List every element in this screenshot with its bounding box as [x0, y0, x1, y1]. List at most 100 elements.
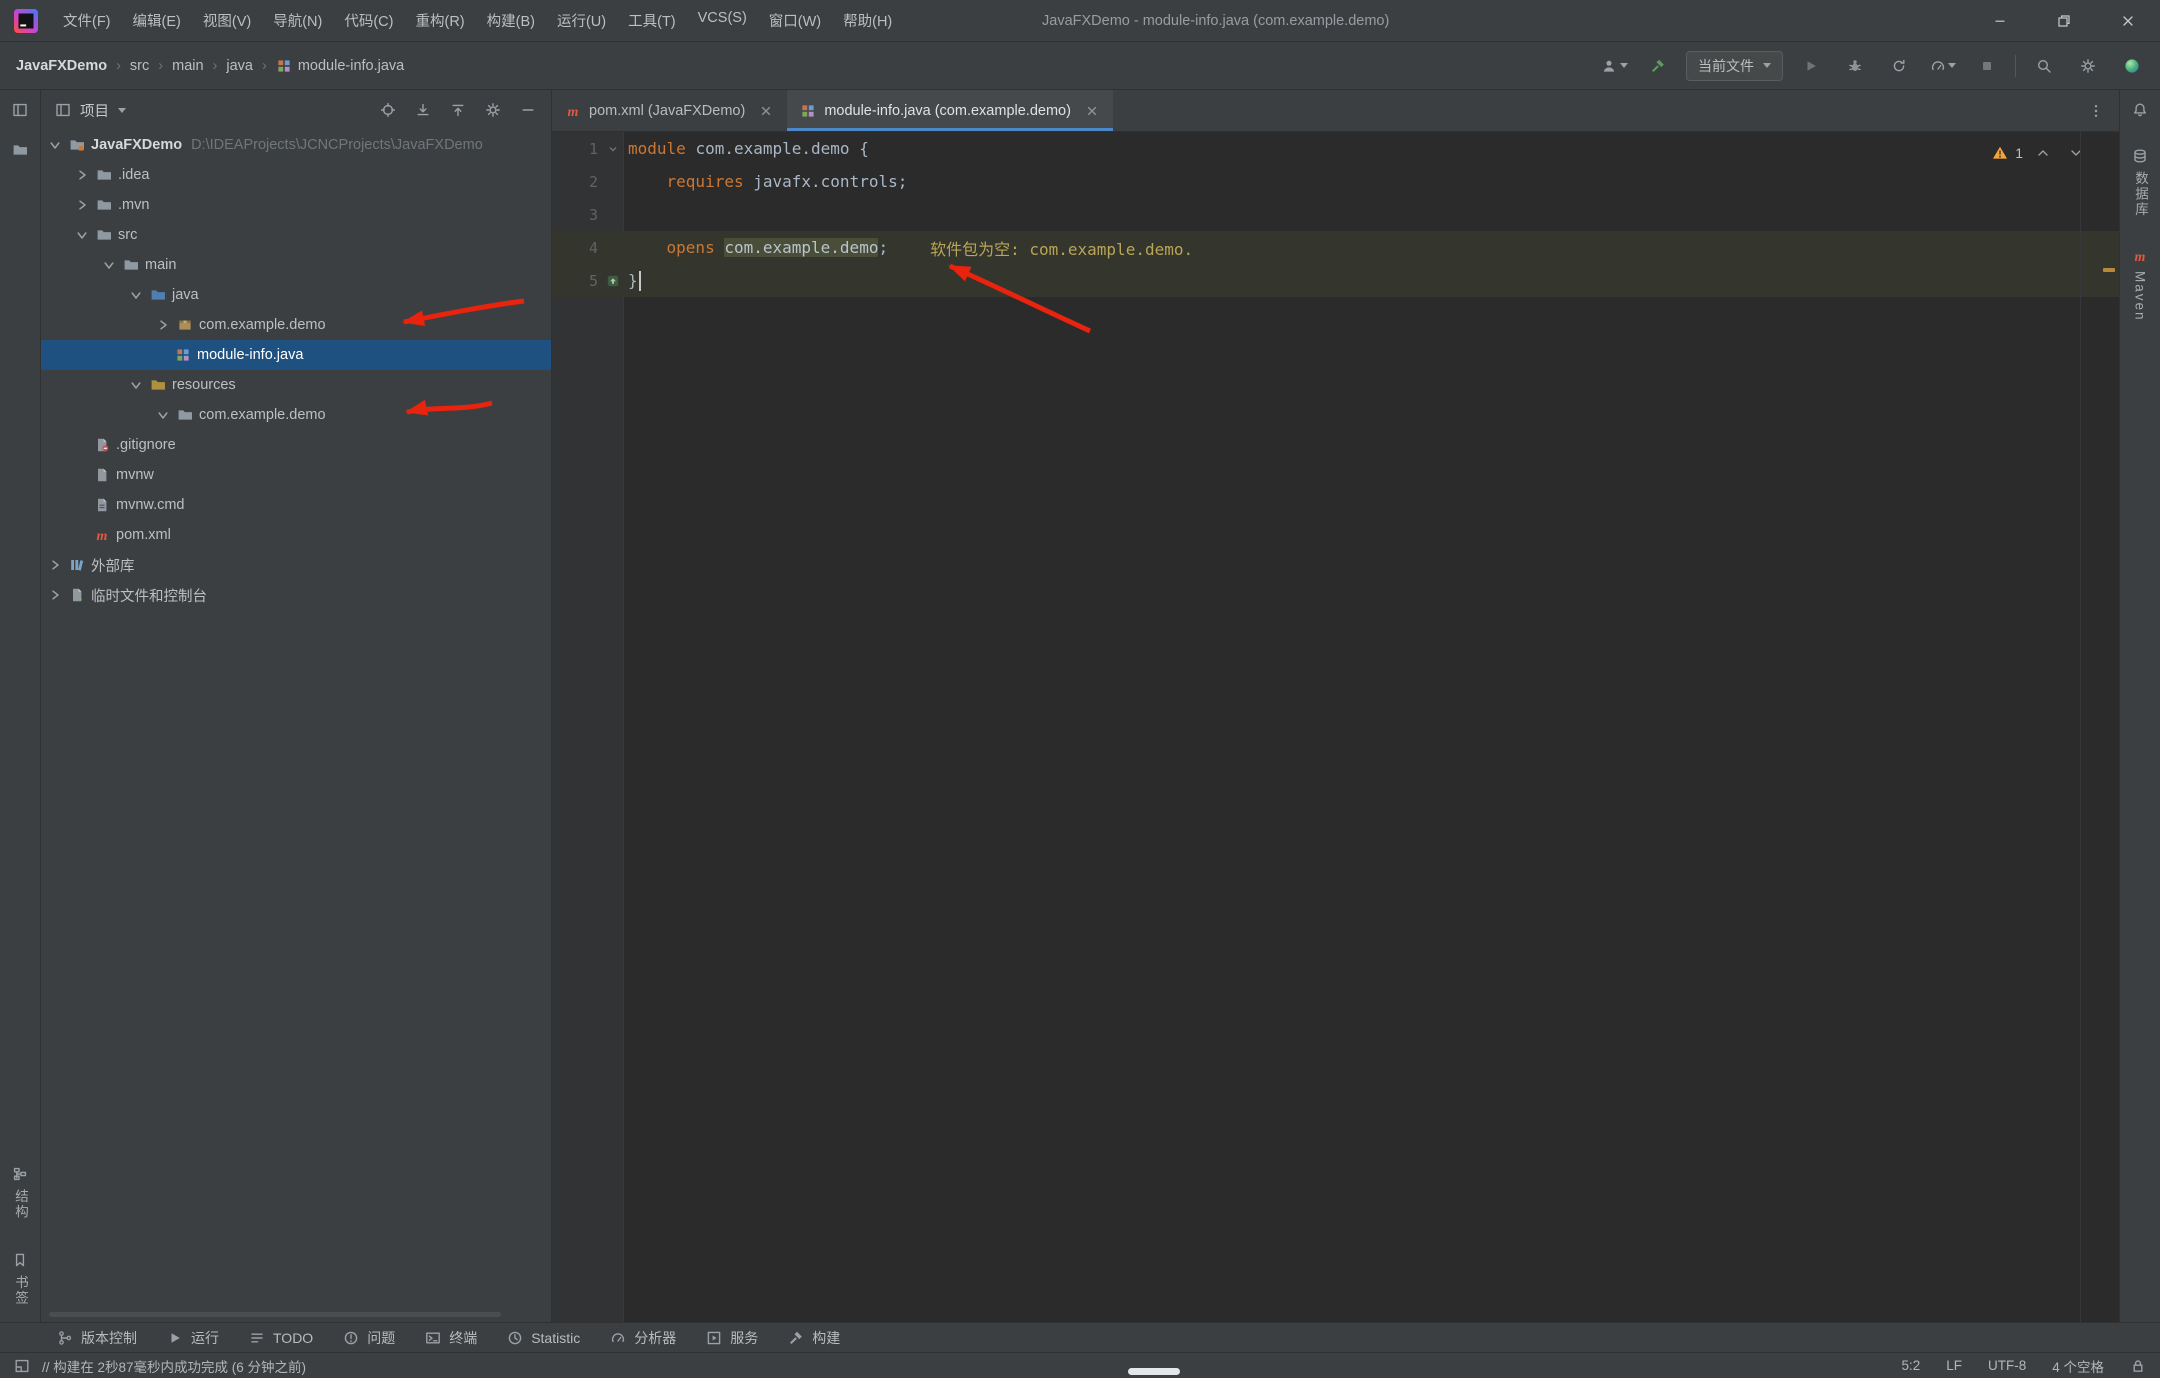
tool-window-switcher-icon[interactable] [14, 1358, 30, 1374]
stripe-button-structure[interactable]: 结构 [10, 1166, 30, 1220]
tree-item[interactable]: src [41, 220, 551, 250]
collapse-all-button[interactable] [445, 97, 471, 123]
tool-window-button-terminal[interactable]: 终端 [412, 1323, 490, 1352]
tree-item[interactable]: .idea [41, 160, 551, 190]
maximize-button[interactable] [2032, 0, 2096, 42]
editor-tab[interactable]: module-info.java (com.example.demo) [787, 90, 1113, 131]
debug-button[interactable] [1839, 50, 1871, 82]
menu-item[interactable]: 代码(C) [333, 5, 404, 36]
horizontal-scrollbar[interactable] [49, 1312, 501, 1317]
taskbar-peek [1128, 1368, 1180, 1375]
coverage-button[interactable] [1883, 50, 1915, 82]
tree-item[interactable]: java [41, 280, 551, 310]
tree-item[interactable]: resources [41, 370, 551, 400]
code-line[interactable]: 3 [552, 198, 2119, 231]
next-problem-button[interactable] [2063, 140, 2089, 166]
tree-item[interactable]: module-info.java [41, 340, 551, 370]
tree-item[interactable]: JavaFXDemoD:\IDEAProjects\JCNCProjects\J… [41, 130, 551, 160]
tree-item[interactable]: mvnw [41, 460, 551, 490]
run-config-combo[interactable]: 当前文件 [1686, 51, 1783, 81]
stop-button[interactable] [1971, 50, 2003, 82]
fold-marker-icon[interactable] [598, 273, 628, 289]
build-project-button[interactable] [1642, 50, 1674, 82]
menu-item[interactable]: 导航(N) [262, 5, 333, 36]
tree-item[interactable]: .mvn [41, 190, 551, 220]
tab-label: pom.xml (JavaFXDemo) [589, 103, 745, 119]
close-button[interactable] [2096, 0, 2160, 42]
line-separator[interactable]: LF [1946, 1358, 1962, 1373]
breadcrumb-item[interactable]: JavaFXDemo [16, 58, 107, 74]
settings-button[interactable] [2072, 50, 2104, 82]
tool-window-button-version-control[interactable]: 版本控制 [44, 1323, 150, 1352]
editor-tab[interactable]: mpom.xml (JavaFXDemo) [552, 90, 787, 131]
ide-sphere-button[interactable] [2116, 50, 2148, 82]
search-everywhere-button[interactable] [2028, 50, 2060, 82]
code-line[interactable]: 2 requires javafx.controls; [552, 165, 2119, 198]
tool-window-button-todo[interactable]: TODO [236, 1323, 326, 1352]
tool-window-button-problems[interactable]: 问题 [330, 1323, 408, 1352]
tool-window-button-run[interactable]: 运行 [154, 1323, 232, 1352]
hide-panel-button[interactable] [515, 97, 541, 123]
code-line[interactable]: 1module com.example.demo { [552, 132, 2119, 165]
tree-item[interactable]: 外部库 [41, 550, 551, 580]
tree-item[interactable]: mvnw.cmd [41, 490, 551, 520]
code-line[interactable]: 4 opens com.example.demo;软件包为空: com.exam… [552, 231, 2119, 264]
breadcrumb-item[interactable]: module-info.java [276, 58, 404, 74]
minimize-button[interactable] [1968, 0, 2032, 42]
readonly-lock-icon[interactable] [2130, 1358, 2146, 1374]
expand-all-button[interactable] [410, 97, 436, 123]
project-panel-title[interactable]: 项目 [80, 100, 109, 121]
tree-item[interactable]: .gitignore [41, 430, 551, 460]
prev-problem-button[interactable] [2030, 140, 2056, 166]
warning-icon[interactable] [1992, 145, 2008, 161]
menu-item[interactable]: VCS(S) [687, 5, 758, 36]
breadcrumb-item[interactable]: src [130, 58, 149, 74]
status-message[interactable]: // 构建在 2秒87毫秒内成功完成 (6 分钟之前) [42, 1356, 306, 1376]
commit-stripe-button[interactable] [12, 142, 28, 158]
profiler-button[interactable] [1927, 50, 1959, 82]
tool-window-button-services[interactable]: 服务 [693, 1323, 771, 1352]
stripe-button-maven[interactable]: mMaven [2132, 248, 2148, 322]
menu-item[interactable]: 帮助(H) [832, 5, 903, 36]
project-stripe-button[interactable] [12, 102, 28, 118]
menu-item[interactable]: 构建(B) [476, 5, 546, 36]
panel-options-button[interactable] [480, 97, 506, 123]
code-line[interactable]: 5} [552, 264, 2119, 297]
tree-item[interactable]: com.example.demo [41, 400, 551, 430]
notifications-icon[interactable] [2132, 102, 2148, 118]
folder-icon [123, 257, 139, 273]
tab-options-button[interactable] [2083, 98, 2109, 124]
tool-window-button-profiler[interactable]: 分析器 [597, 1323, 689, 1352]
menu-item[interactable]: 编辑(E) [122, 5, 192, 36]
locate-file-button[interactable] [375, 97, 401, 123]
tree-item[interactable]: com.example.demo [41, 310, 551, 340]
file-encoding[interactable]: UTF-8 [1988, 1358, 2026, 1373]
stripe-button-database[interactable]: 数据库 [2130, 148, 2150, 218]
menu-item[interactable]: 运行(U) [546, 5, 617, 36]
code-editor[interactable]: 1module com.example.demo {2 requires jav… [552, 132, 2119, 1322]
warning-stripe-mark[interactable] [2103, 268, 2115, 272]
indent-style[interactable]: 4 个空格 [2052, 1356, 2104, 1376]
breadcrumb-item[interactable]: main [172, 58, 203, 74]
tool-window-button-build[interactable]: 构建 [775, 1323, 853, 1352]
menu-item[interactable]: 窗口(W) [758, 5, 832, 36]
menu-item[interactable]: 视图(V) [192, 5, 262, 36]
avatar-button[interactable] [1598, 50, 1630, 82]
tree-item[interactable]: 临时文件和控制台 [41, 580, 551, 610]
tab-close-icon[interactable] [1084, 103, 1100, 119]
menu-item[interactable]: 工具(T) [617, 5, 687, 36]
breadcrumb-item[interactable]: java [226, 58, 253, 74]
stripe-button-bookmarks[interactable]: 书签 [10, 1252, 30, 1306]
tool-window-button-statistic[interactable]: Statistic [494, 1323, 593, 1352]
menu-item[interactable]: 重构(R) [404, 5, 475, 36]
tree-item[interactable]: mpom.xml [41, 520, 551, 550]
tree-item-label: resources [172, 377, 236, 393]
tree-item[interactable]: main [41, 250, 551, 280]
menu-item[interactable]: 文件(F) [52, 5, 122, 36]
tab-close-icon[interactable] [758, 103, 774, 119]
warning-count[interactable]: 1 [2015, 145, 2023, 161]
caret-position[interactable]: 5:2 [1901, 1358, 1920, 1373]
run-button[interactable] [1795, 50, 1827, 82]
fold-marker-icon[interactable] [598, 141, 628, 157]
project-view-caret-icon[interactable] [118, 108, 126, 113]
